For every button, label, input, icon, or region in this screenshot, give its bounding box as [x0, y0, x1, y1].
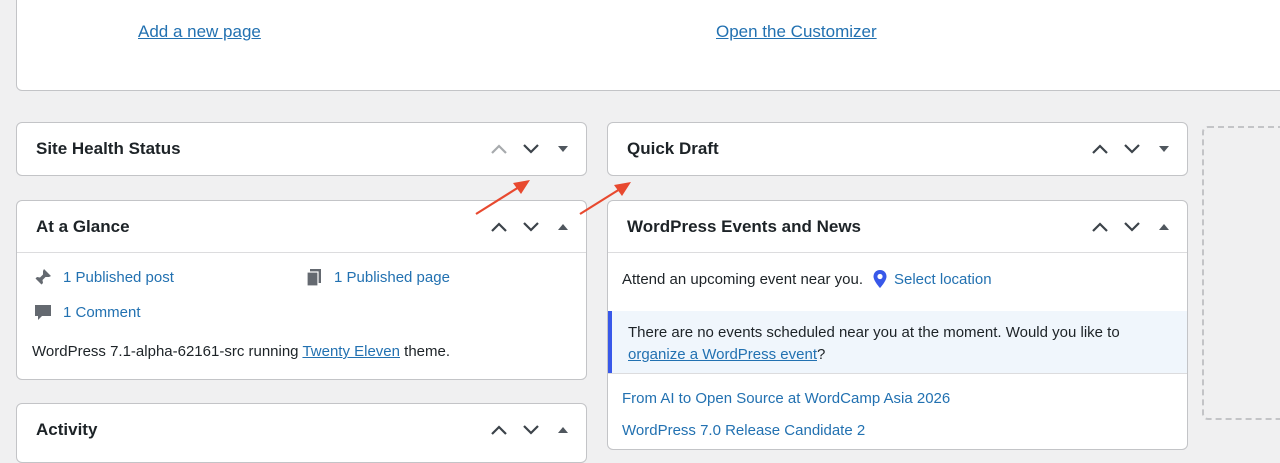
chevron-up-icon: [1092, 221, 1108, 232]
move-down-button[interactable]: [518, 417, 544, 443]
move-down-button[interactable]: [1119, 214, 1145, 240]
no-events-notice: There are no events scheduled near you a…: [608, 311, 1187, 373]
add-new-page-link[interactable]: Add a new page: [138, 22, 261, 42]
empty-drop-zone: [1202, 126, 1280, 420]
chevron-up-icon: [1092, 144, 1108, 154]
pages-icon: [304, 267, 324, 287]
caret-up-icon: [558, 223, 568, 230]
quick-draft-widget: Quick Draft: [607, 122, 1188, 176]
published-posts-row: 1 Published post: [33, 267, 174, 287]
pin-icon: [33, 267, 53, 287]
chevron-down-icon: [1124, 221, 1140, 232]
caret-down-icon: [1159, 146, 1169, 152]
chevron-down-icon: [523, 221, 539, 232]
comments-row: 1 Comment: [33, 302, 141, 322]
move-up-button[interactable]: [486, 136, 512, 162]
select-location-button[interactable]: Select location: [894, 271, 992, 288]
toggle-panel-button[interactable]: [550, 136, 576, 162]
at-a-glance-title: At a Glance: [36, 216, 130, 236]
toggle-panel-button[interactable]: [550, 417, 576, 443]
theme-link[interactable]: Twenty Eleven: [302, 343, 400, 360]
move-down-button[interactable]: [518, 214, 544, 240]
move-up-button[interactable]: [486, 417, 512, 443]
site-health-widget: Site Health Status: [16, 122, 587, 176]
chevron-down-icon: [1124, 144, 1140, 154]
site-health-title: Site Health Status: [36, 139, 181, 158]
move-down-button[interactable]: [1119, 136, 1145, 162]
activity-title: Activity: [36, 420, 98, 439]
move-up-button[interactable]: [1087, 214, 1113, 240]
published-pages-link[interactable]: 1 Published page: [334, 269, 450, 286]
move-down-button[interactable]: [518, 136, 544, 162]
quick-draft-title: Quick Draft: [627, 139, 719, 158]
comments-link[interactable]: 1 Comment: [63, 304, 141, 321]
chevron-up-icon: [491, 221, 507, 232]
activity-widget: Activity: [16, 403, 587, 463]
caret-down-icon: [558, 146, 568, 152]
chevron-up-icon: [491, 425, 507, 435]
wordpress-version-text: WordPress 7.1-alpha-62161-src running Tw…: [32, 343, 451, 360]
toggle-panel-button[interactable]: [550, 214, 576, 240]
chevron-down-icon: [523, 144, 539, 154]
move-up-button[interactable]: [486, 214, 512, 240]
at-a-glance-widget: At a Glance 1 Published post 1 Published…: [16, 200, 587, 380]
events-news-widget: WordPress Events and News Attend an upco…: [607, 200, 1188, 450]
organize-event-link[interactable]: organize a WordPress event: [628, 346, 817, 363]
caret-up-icon: [558, 427, 568, 433]
attend-event-text: Attend an upcoming event near you.: [622, 270, 863, 288]
move-up-button[interactable]: [1087, 136, 1113, 162]
published-pages-row: 1 Published page: [304, 267, 450, 287]
caret-up-icon: [1159, 223, 1169, 230]
location-pin-icon: [872, 269, 888, 289]
published-posts-link[interactable]: 1 Published post: [63, 269, 174, 286]
events-news-title: WordPress Events and News: [627, 216, 861, 236]
toggle-panel-button[interactable]: [1151, 214, 1177, 240]
toggle-panel-button[interactable]: [1151, 136, 1177, 162]
welcome-panel: Add a new page Open the Customizer: [16, 0, 1280, 91]
news-item-link[interactable]: From AI to Open Source at WordCamp Asia …: [622, 390, 950, 407]
divider: [608, 373, 1187, 374]
news-item-link[interactable]: WordPress 7.0 Release Candidate 2: [622, 422, 865, 439]
chevron-down-icon: [523, 425, 539, 435]
chevron-up-icon: [491, 144, 507, 154]
attend-event-row: Attend an upcoming event near you. Selec…: [622, 269, 992, 289]
comment-icon: [33, 302, 53, 322]
open-customizer-link[interactable]: Open the Customizer: [716, 22, 877, 42]
